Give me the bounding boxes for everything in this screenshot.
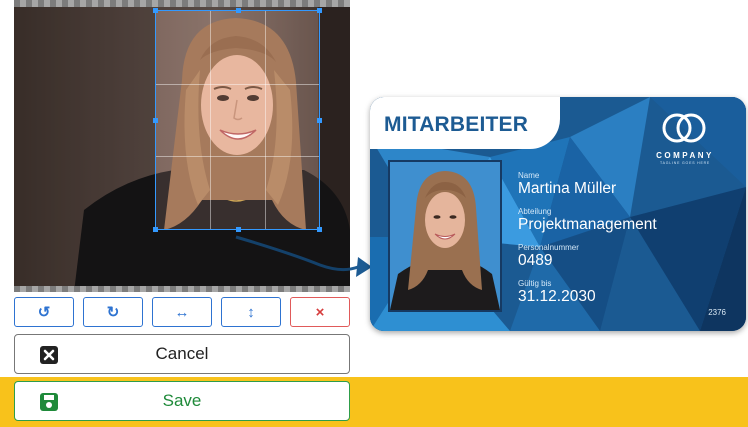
crop-dim-right	[320, 0, 350, 292]
company-logo-icon	[662, 113, 706, 143]
crop-grid-line	[156, 83, 319, 85]
cancel-label: Cancel	[155, 344, 209, 363]
crop-selection-box[interactable]	[153, 8, 322, 232]
crop-dim-left	[14, 0, 155, 292]
rotate-right-icon: ↻	[106, 304, 120, 321]
flip-horizontal-button[interactable]: ↔	[152, 297, 212, 327]
company-tagline: TAGLINE GOES HERE	[659, 161, 711, 165]
company-name: COMPANY	[656, 151, 714, 160]
cropper-toolbar: ↺ ↻ ↔ ↕ ×	[14, 297, 350, 329]
valid-until-value: 31.12.2030	[518, 288, 596, 305]
crop-handle-bottom-left[interactable]	[153, 227, 158, 232]
card-number: 2376	[708, 308, 726, 317]
rotate-left-button[interactable]: ↺	[14, 297, 74, 327]
close-box-icon	[40, 346, 58, 364]
crop-handle-top-left[interactable]	[153, 8, 158, 13]
crop-handle-top[interactable]	[236, 8, 241, 13]
crop-grid-line	[264, 11, 266, 229]
arrows-horizontal-icon: ↔	[174, 303, 190, 321]
close-icon: ×	[315, 303, 325, 321]
valid-until-label: Gültig bis	[518, 279, 552, 288]
crop-grid-line	[210, 11, 212, 229]
rotate-right-button[interactable]: ↻	[83, 297, 143, 327]
name-value: Martina Müller	[518, 180, 617, 197]
save-button[interactable]: Save	[14, 381, 350, 421]
crop-handle-left[interactable]	[153, 118, 158, 123]
rotate-left-icon: ↺	[37, 304, 51, 321]
name-label: Name	[518, 171, 540, 180]
crop-handle-top-right[interactable]	[317, 8, 322, 13]
crop-grid-line	[156, 156, 319, 158]
card-title: MITARBEITER	[384, 113, 529, 136]
personnel-number-value: 0489	[518, 252, 553, 269]
arrows-vertical-icon: ↕	[247, 303, 255, 321]
flip-vertical-button[interactable]: ↕	[221, 297, 281, 327]
department-value: Projektmanagement	[518, 216, 657, 233]
department-label: Abteilung	[518, 207, 552, 216]
reset-button[interactable]: ×	[290, 297, 350, 327]
card-portrait-photo	[388, 160, 502, 312]
image-cropper[interactable]	[14, 0, 350, 292]
cancel-button[interactable]: Cancel	[14, 334, 350, 374]
transparency-strip-bottom	[14, 286, 350, 292]
personnel-number-label: Personalnummer	[518, 243, 579, 252]
employee-id-card: MITARBEITER COMPANY TAGLINE GOES HERE Na…	[370, 97, 746, 331]
save-label: Save	[162, 391, 202, 410]
crop-dim-bottom	[155, 230, 320, 292]
card-portrait-image	[390, 162, 500, 310]
transparency-strip-top	[14, 0, 350, 7]
crop-handle-right[interactable]	[317, 118, 322, 123]
floppy-disk-icon	[40, 393, 58, 411]
crop-handle-bottom[interactable]	[236, 227, 241, 232]
crop-handle-bottom-right[interactable]	[317, 227, 322, 232]
